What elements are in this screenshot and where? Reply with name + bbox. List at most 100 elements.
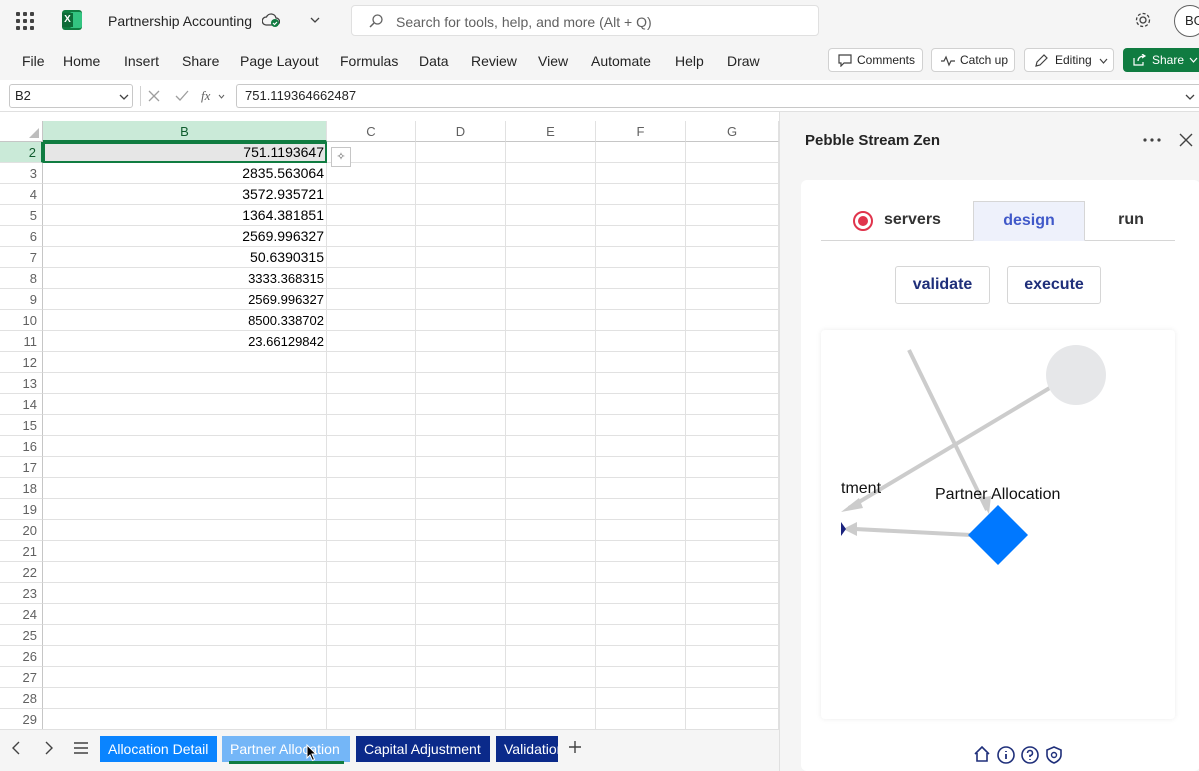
- sheet-tab-allocation-detail[interactable]: Allocation Detail: [100, 736, 217, 762]
- home-icon[interactable]: [973, 746, 991, 762]
- comments-button[interactable]: Comments: [828, 48, 923, 72]
- menu-help[interactable]: Help: [675, 53, 704, 69]
- row-header[interactable]: 28: [0, 688, 43, 709]
- close-icon[interactable]: [1179, 133, 1193, 147]
- row-header[interactable]: 15: [0, 415, 43, 436]
- row-header[interactable]: 17: [0, 457, 43, 478]
- cell-value[interactable]: 2835.563064: [43, 163, 324, 184]
- cell-value[interactable]: 50.6390315: [43, 247, 324, 268]
- diagram-node-circle[interactable]: [1046, 345, 1106, 405]
- cell-value[interactable]: 3572.935721: [43, 184, 324, 205]
- row-header[interactable]: 3: [0, 163, 43, 184]
- row-header[interactable]: 21: [0, 541, 43, 562]
- menu-insert[interactable]: Insert: [124, 53, 159, 69]
- row-header[interactable]: 6: [0, 226, 43, 247]
- sheet-tab-validation[interactable]: Validation: [496, 736, 558, 762]
- column-header[interactable]: F: [596, 121, 686, 142]
- menu-automate[interactable]: Automate: [591, 53, 651, 69]
- row-header[interactable]: 24: [0, 604, 43, 625]
- chevron-down-icon[interactable]: [119, 94, 129, 100]
- quick-analysis-icon[interactable]: ✧: [331, 147, 351, 167]
- share-button[interactable]: Share: [1123, 48, 1199, 72]
- tab-run[interactable]: run: [1091, 201, 1171, 241]
- search-input[interactable]: Search for tools, help, and more (Alt + …: [351, 5, 819, 36]
- row-header[interactable]: 12: [0, 352, 43, 373]
- row-header[interactable]: 26: [0, 646, 43, 667]
- validate-button[interactable]: validate: [895, 266, 990, 304]
- insert-function-icon[interactable]: fx: [201, 88, 227, 104]
- row-header[interactable]: 27: [0, 667, 43, 688]
- menu-review[interactable]: Review: [471, 53, 517, 69]
- menu-share[interactable]: Share: [182, 53, 219, 69]
- catch-up-button[interactable]: Catch up: [931, 48, 1015, 72]
- sheet-tab-capital-adjustment[interactable]: Capital Adjustment: [356, 736, 490, 762]
- row-header[interactable]: 22: [0, 562, 43, 583]
- column-header[interactable]: E: [506, 121, 596, 142]
- menu-home[interactable]: Home: [63, 53, 100, 69]
- menu-page-layout[interactable]: Page Layout: [240, 53, 319, 69]
- row-header[interactable]: 23: [0, 583, 43, 604]
- row-header[interactable]: 18: [0, 478, 43, 499]
- tab-design[interactable]: design: [973, 201, 1085, 241]
- row-header[interactable]: 10: [0, 310, 43, 331]
- more-options-icon[interactable]: [1143, 138, 1161, 142]
- avatar[interactable]: BG: [1174, 5, 1199, 37]
- gear-icon[interactable]: [1134, 11, 1152, 29]
- row-header[interactable]: 5: [0, 205, 43, 226]
- row-header[interactable]: 4: [0, 184, 43, 205]
- sheet-tab-partner-allocation[interactable]: Partner Allocation: [222, 736, 350, 762]
- execute-button[interactable]: execute: [1007, 266, 1101, 304]
- row-header[interactable]: 7: [0, 247, 43, 268]
- menu-data[interactable]: Data: [419, 53, 449, 69]
- security-icon[interactable]: [1045, 746, 1063, 764]
- document-title[interactable]: Partnership Accounting: [108, 13, 252, 29]
- name-box[interactable]: B2: [9, 84, 133, 108]
- all-sheets-menu-icon[interactable]: [74, 742, 88, 754]
- row-header[interactable]: 19: [0, 499, 43, 520]
- row-header[interactable]: 9: [0, 289, 43, 310]
- menu-draw[interactable]: Draw: [727, 53, 760, 69]
- cell-value[interactable]: 2569.996327: [43, 226, 324, 247]
- column-header[interactable]: C: [327, 121, 416, 142]
- menu-view[interactable]: View: [538, 53, 568, 69]
- cell-value[interactable]: 3333.368315: [43, 268, 324, 289]
- expand-formula-bar-icon[interactable]: [1185, 94, 1195, 100]
- row-header[interactable]: 20: [0, 520, 43, 541]
- add-sheet-icon[interactable]: [568, 740, 582, 754]
- row-header[interactable]: 14: [0, 394, 43, 415]
- column-header[interactable]: D: [416, 121, 506, 142]
- menu-formulas[interactable]: Formulas: [340, 53, 398, 69]
- cloud-saved-icon[interactable]: [262, 12, 280, 28]
- tab-servers[interactable]: servers: [839, 201, 959, 241]
- row-header[interactable]: 11: [0, 331, 43, 352]
- cancel-icon[interactable]: [148, 90, 160, 102]
- diagram-node-capital-adjustment[interactable]: [841, 522, 846, 536]
- row-header[interactable]: 13: [0, 373, 43, 394]
- row-header[interactable]: 25: [0, 625, 43, 646]
- enter-check-icon[interactable]: [175, 90, 189, 102]
- formula-input[interactable]: 751.119364662487: [236, 84, 1199, 108]
- row-header[interactable]: 29: [0, 709, 43, 729]
- chevron-right-icon[interactable]: [44, 741, 54, 755]
- cell-value[interactable]: 8500.338702: [43, 310, 324, 331]
- select-all-corner[interactable]: [0, 121, 43, 142]
- design-canvas[interactable]: Partner Allocation tment: [821, 330, 1175, 719]
- diagram-node-partner-allocation[interactable]: [968, 505, 1028, 565]
- column-header[interactable]: G: [686, 121, 779, 142]
- row-header[interactable]: 16: [0, 436, 43, 457]
- app-launcher-icon[interactable]: [16, 12, 34, 30]
- chevron-left-icon[interactable]: [11, 741, 21, 755]
- column-header[interactable]: B: [43, 121, 327, 142]
- workflow-diagram[interactable]: [821, 330, 1175, 719]
- cell-value[interactable]: 23.66129842: [43, 331, 324, 352]
- row-header[interactable]: 2: [0, 142, 43, 163]
- chevron-down-icon[interactable]: [310, 16, 320, 24]
- editing-mode-button[interactable]: Editing: [1024, 48, 1114, 72]
- chevron-down-icon[interactable]: [1189, 57, 1198, 63]
- menu-file[interactable]: File: [22, 53, 45, 69]
- info-icon[interactable]: [997, 746, 1015, 764]
- cell-value[interactable]: 2569.996327: [43, 289, 324, 310]
- help-icon[interactable]: [1021, 746, 1039, 764]
- cell-value[interactable]: 751.1193647: [43, 142, 324, 163]
- row-header[interactable]: 8: [0, 268, 43, 289]
